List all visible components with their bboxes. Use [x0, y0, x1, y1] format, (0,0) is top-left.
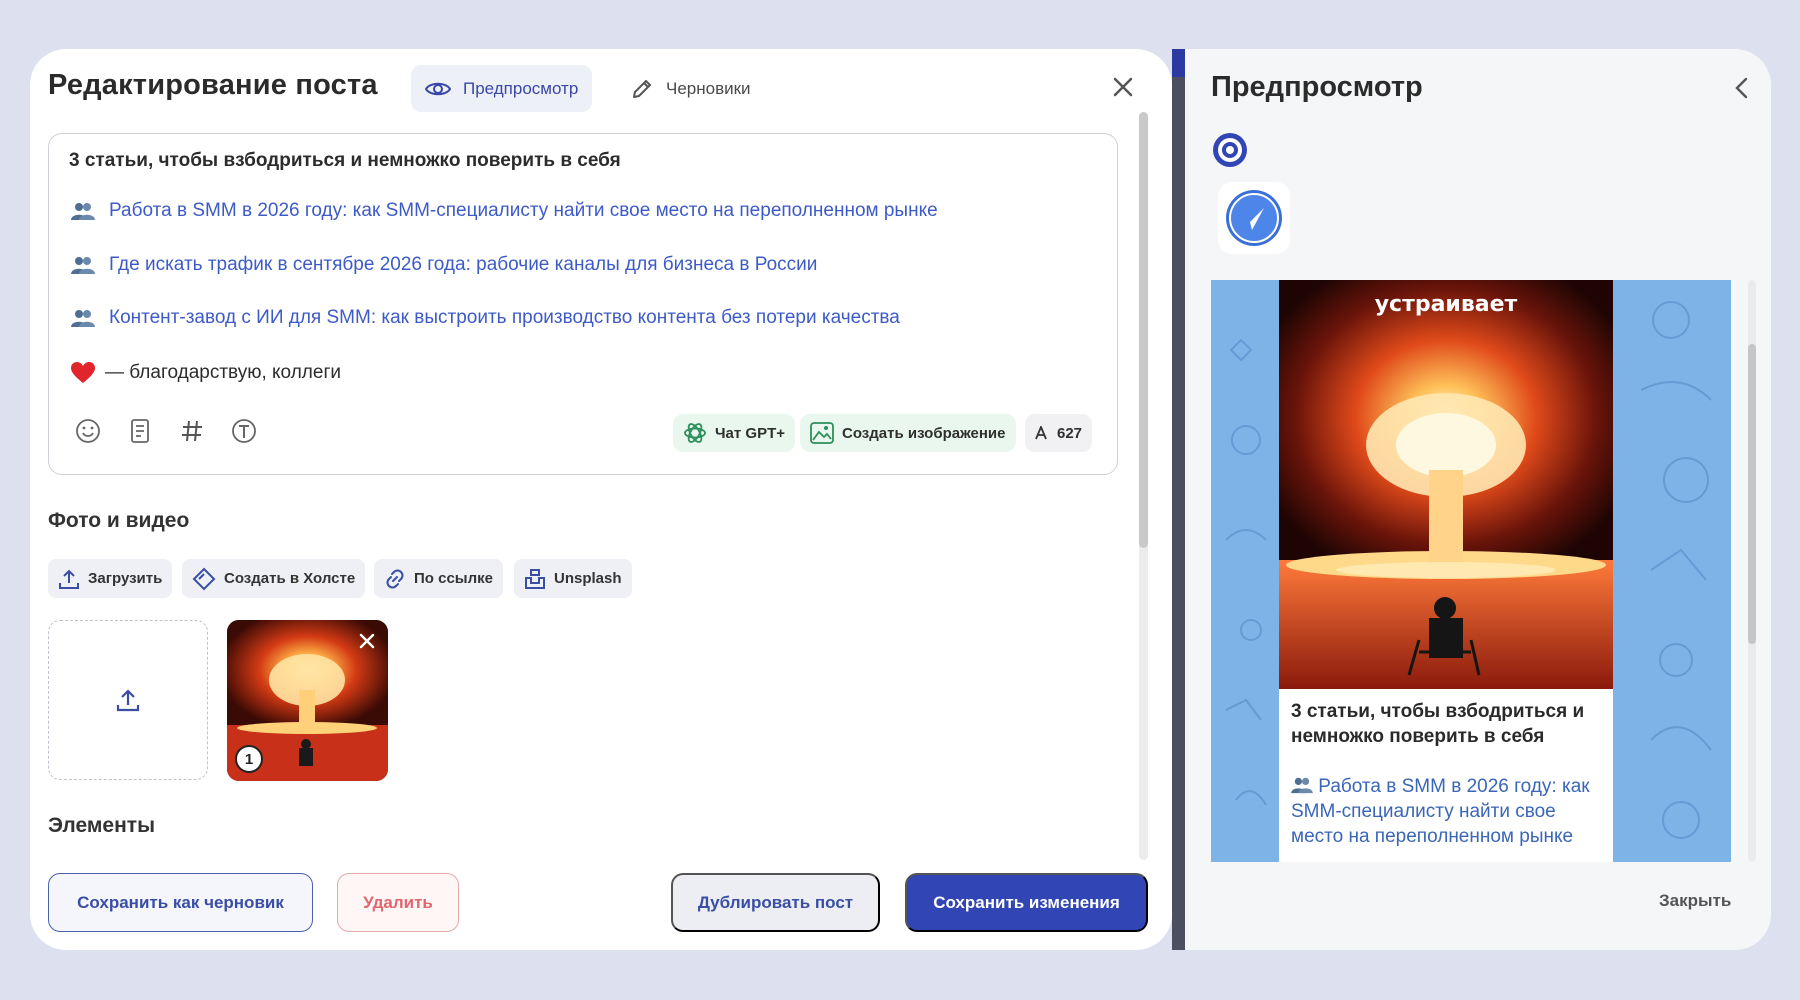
- pencil-icon: [633, 79, 651, 98]
- unsplash-icon: [525, 568, 545, 589]
- chevron-left-icon[interactable]: [1729, 73, 1755, 103]
- save-as-draft-button[interactable]: Сохранить как черновик: [48, 873, 313, 932]
- by-link-label: По ссылке: [414, 570, 493, 587]
- telegram-channel-selector[interactable]: [1218, 182, 1290, 254]
- media-section-title: Фото и видео: [48, 509, 190, 532]
- post-link[interactable]: Где искать трафик в сентябре 2026 года: …: [109, 254, 817, 276]
- char-count: 627: [1057, 424, 1083, 442]
- post-closing-line: — благодарствую, коллеги: [71, 362, 341, 384]
- eye-icon: [425, 82, 451, 95]
- create-image-button[interactable]: Создать изображение: [800, 414, 1016, 452]
- post-link-line: Работа в SMM в 2026 году: как SMM-специа…: [71, 200, 938, 222]
- tab-preview-label: Предпросмотр: [463, 78, 579, 98]
- remove-media-icon[interactable]: [356, 630, 378, 652]
- media-index-badge: 1: [235, 745, 263, 773]
- panel-divider-accent: [1172, 49, 1185, 77]
- create-in-canvas-label: Создать в Холсте: [224, 570, 356, 587]
- template-icon[interactable]: [127, 418, 153, 444]
- upload-label: Загрузить: [88, 570, 163, 587]
- people-icon: [71, 310, 95, 327]
- people-icon: [71, 203, 95, 220]
- upload-button[interactable]: Загрузить: [48, 559, 173, 598]
- people-icon: [71, 257, 95, 274]
- telegram-preview-window: устраивает 3 статьи, чтобы взбодриться и…: [1211, 280, 1731, 862]
- unsplash-button[interactable]: Unsplash: [514, 559, 632, 598]
- heart-icon: [71, 362, 95, 383]
- emoji-icon[interactable]: [75, 418, 101, 444]
- duplicate-post-button[interactable]: Дублировать пост: [671, 873, 880, 932]
- social-network-icon[interactable]: [1211, 131, 1249, 169]
- text-format-icon[interactable]: [231, 418, 257, 444]
- upload-icon: [116, 689, 140, 712]
- post-text: 3 статьи, чтобы взбодриться и немножко п…: [1279, 689, 1613, 859]
- post-editor-modal: Редактирование поста Предпросмотр Чернов…: [30, 49, 1172, 950]
- post-text-editor[interactable]: 3 статьи, чтобы взбодриться и немножко п…: [48, 133, 1118, 475]
- elements-section-title: Элементы: [48, 814, 155, 837]
- link-icon: [386, 569, 404, 588]
- close-icon[interactable]: [1108, 72, 1138, 102]
- canvas-icon: [192, 567, 216, 590]
- media-upload-dropzone[interactable]: [48, 620, 208, 780]
- telegram-post-card: устраивает 3 статьи, чтобы взбодриться и…: [1279, 280, 1613, 862]
- image-icon: [810, 422, 834, 444]
- post-link[interactable]: Работа в SMM в 2026 году: как SMM-специа…: [109, 200, 938, 222]
- preview-panel: Предпросмотр устраивает 3 статьи, чтобы …: [1185, 49, 1771, 950]
- editor-scrollbar[interactable]: [1139, 112, 1148, 548]
- tab-drafts-label: Черновики: [666, 78, 751, 98]
- explosion-image: [1279, 280, 1613, 689]
- create-image-label: Создать изображение: [842, 424, 1006, 442]
- upload-icon: [59, 569, 79, 589]
- create-in-canvas-button[interactable]: Создать в Холсте: [182, 559, 366, 598]
- post-link-line: Где искать трафик в сентябре 2026 года: …: [71, 254, 817, 276]
- openai-icon: [684, 423, 706, 443]
- tab-drafts[interactable]: Черновики: [616, 65, 765, 112]
- post-image: устраивает: [1279, 280, 1613, 689]
- chat-gpt-button[interactable]: Чат GPT+: [673, 414, 795, 452]
- close-preview-button[interactable]: Закрыть: [1659, 891, 1731, 911]
- page-title: Редактирование поста: [48, 69, 378, 101]
- delete-button[interactable]: Удалить: [337, 873, 459, 932]
- telegram-icon: [1226, 190, 1282, 246]
- post-heading: 3 статьи, чтобы взбодриться и немножко п…: [69, 150, 621, 171]
- preview-post-link[interactable]: Работа в SMM в 2026 году: как SMM-специа…: [1291, 776, 1590, 847]
- preview-post-link-line: Работа в SMM в 2026 году: как SMM-специа…: [1291, 774, 1601, 849]
- panel-divider: [1172, 49, 1185, 950]
- hashtag-icon[interactable]: [179, 418, 205, 444]
- save-changes-button[interactable]: Сохранить изменения: [905, 873, 1148, 932]
- tab-preview[interactable]: Предпросмотр: [411, 65, 593, 112]
- image-caption: устраивает: [1374, 292, 1518, 317]
- preview-scrollbar[interactable]: [1748, 344, 1756, 644]
- by-link-button[interactable]: По ссылке: [374, 559, 503, 598]
- post-closing: — благодарствую, коллеги: [105, 362, 341, 383]
- preview-title: Предпросмотр: [1211, 71, 1423, 103]
- post-link[interactable]: Контент-завод с ИИ для SMM: как выстроит…: [109, 307, 900, 329]
- preview-post-heading: 3 статьи, чтобы взбодриться и немножко п…: [1291, 701, 1585, 747]
- char-counter: 627: [1025, 414, 1093, 452]
- text-tools: [75, 418, 257, 444]
- letter-icon: [1035, 426, 1047, 440]
- media-thumbnail[interactable]: 1: [227, 620, 388, 781]
- post-link-line: Контент-завод с ИИ для SMM: как выстроит…: [71, 307, 900, 329]
- unsplash-label: Unsplash: [554, 570, 622, 587]
- people-icon: [1291, 777, 1313, 794]
- chat-gpt-label: Чат GPT+: [715, 424, 785, 442]
